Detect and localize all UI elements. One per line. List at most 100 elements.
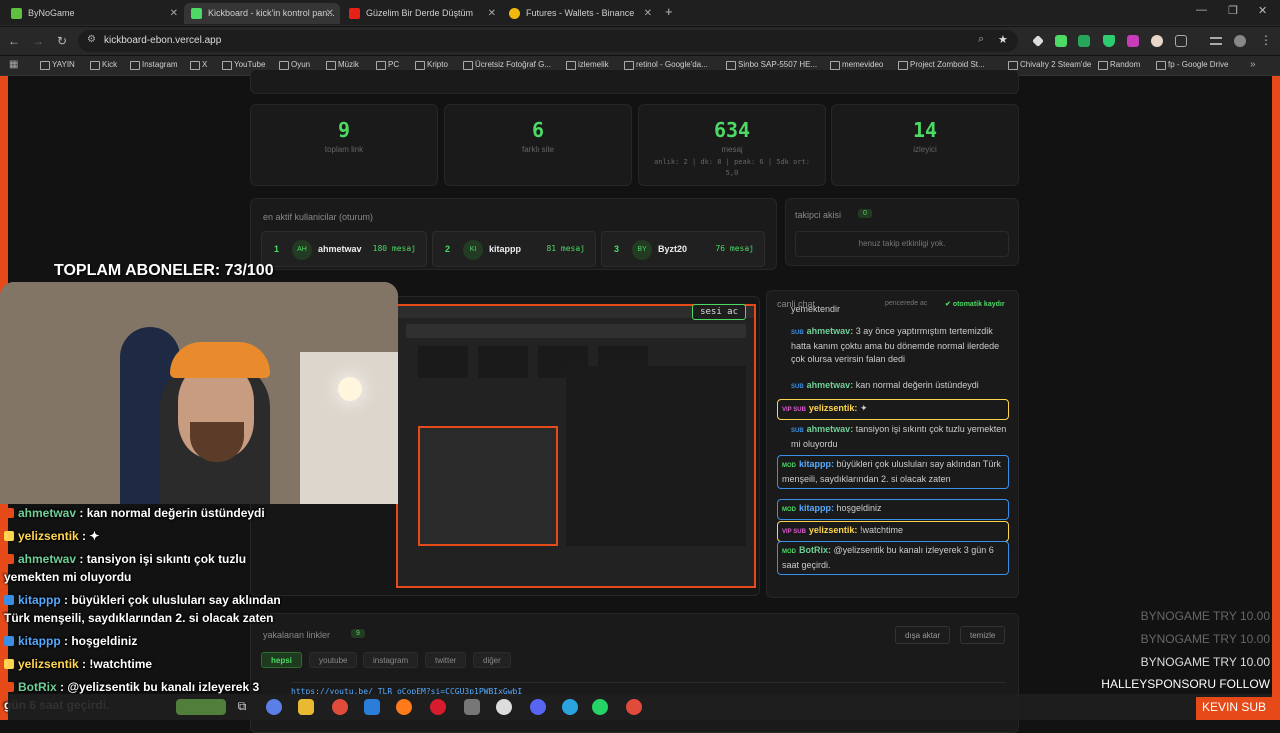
new-tab-icon[interactable]: + — [665, 4, 673, 19]
chat-username[interactable]: ahmetwav: — [807, 326, 856, 336]
close-tab-icon[interactable]: ✕ — [326, 3, 334, 24]
maximize-icon[interactable]: ❐ — [1228, 4, 1238, 17]
bookmark-item[interactable]: Random — [1098, 60, 1140, 70]
export-button[interactable]: dışa aktar — [895, 626, 951, 644]
tab-binance[interactable]: Futures - Wallets - Binance ✕ — [502, 3, 658, 24]
shield-extension-icon[interactable] — [1103, 35, 1115, 47]
tab-label: Kickboard - kick'in kontrol pan... — [208, 8, 335, 18]
chat-badge: SUB — [791, 330, 804, 336]
chat-username[interactable]: yelizsentik: — [809, 403, 860, 413]
stream-preview[interactable]: sesi ac — [396, 304, 756, 588]
overlay-chat-line: yelizsentik : ✦ — [4, 529, 99, 543]
minimize-icon[interactable]: — — [1196, 4, 1207, 16]
bookmark-item[interactable]: Chivalry 2 Steam'de — [1008, 60, 1091, 70]
task-view-icon[interactable]: ⧉ — [234, 699, 250, 715]
site-info-icon[interactable]: ⚙ — [87, 34, 96, 45]
close-tab-icon[interactable]: ✕ — [488, 3, 496, 24]
close-tab-icon[interactable]: ✕ — [644, 3, 652, 24]
chat-username[interactable]: kitappp: — [799, 503, 837, 513]
top-user-chip[interactable]: 2 KI kitappp 81 mesaj — [432, 231, 596, 267]
avatar[interactable] — [1234, 35, 1246, 47]
chrome-icon[interactable] — [332, 699, 348, 715]
extension-icon[interactable] — [1032, 35, 1044, 47]
extension-icon[interactable] — [1078, 35, 1090, 47]
webcam-wall — [300, 352, 398, 504]
bookmark-item[interactable]: memevideo — [830, 60, 883, 70]
bookmark-item[interactable]: PC — [376, 60, 399, 70]
bookmark-item[interactable]: fp - Google Drive — [1156, 60, 1228, 70]
reload-icon[interactable]: ↻ — [54, 33, 70, 49]
bookmark-item[interactable]: Project Zomboid St... — [898, 60, 985, 70]
bookmark-star-icon[interactable]: ★ — [998, 33, 1008, 46]
close-tab-icon[interactable]: ✕ — [170, 3, 178, 24]
avatar: BY — [632, 240, 652, 260]
top-user-chip[interactable]: 1 AH ahmetwav 180 mesaj — [261, 231, 427, 267]
bookmark-item[interactable]: Kick — [90, 60, 117, 70]
chat-username[interactable]: BotRix: — [799, 545, 834, 555]
filter-twitter[interactable]: twitter — [425, 652, 467, 668]
kick-favicon-icon — [191, 8, 202, 19]
chat-text: !watchtime — [859, 525, 903, 535]
opera-icon[interactable] — [430, 699, 446, 715]
username: kitappp — [489, 244, 522, 254]
top-user-chip[interactable]: 3 BY Byzt20 76 mesaj — [601, 231, 765, 267]
copilot-icon[interactable] — [266, 699, 282, 715]
bookmark-item[interactable]: izlemelik — [566, 60, 609, 70]
filter-other[interactable]: diğer — [473, 652, 511, 668]
extension-icon[interactable] — [1055, 35, 1067, 47]
filter-instagram[interactable]: instagram — [363, 652, 419, 668]
app-icon[interactable] — [464, 699, 480, 715]
chat-username[interactable]: kitappp: — [799, 459, 837, 469]
overlay-chat-line: kitappp : büyükleri çok ulusluları say a… — [4, 593, 281, 607]
bookmark-item[interactable]: Ücretsiz Fotoğraf G... — [463, 60, 551, 70]
bookmark-item[interactable]: retinol - Google'da... — [624, 60, 708, 70]
whatsapp-icon[interactable] — [592, 699, 608, 715]
chat-username[interactable]: yelizsentik: — [809, 525, 860, 535]
chat-username[interactable]: ahmetwav: — [807, 380, 856, 390]
address-bar[interactable]: ⚙ kickboard-ebon.vercel.app ⌕ ★ — [78, 30, 1018, 52]
back-icon[interactable]: ← — [6, 33, 22, 49]
discord-icon[interactable] — [530, 699, 546, 715]
bookmark-item[interactable]: Instagram — [130, 60, 178, 70]
zoom-icon[interactable]: ⌕ — [978, 33, 984, 46]
close-window-icon[interactable]: ✕ — [1258, 4, 1267, 17]
tab-kickboard[interactable]: Kickboard - kick'in kontrol pan... ✕ — [184, 3, 340, 24]
overlay-username: yelizsentik — [18, 529, 83, 543]
chat-badge: SUB — [791, 384, 804, 390]
bookmark-item[interactable]: Müzik — [326, 60, 359, 70]
extension-icon[interactable] — [1127, 35, 1139, 47]
puzzle-extensions-icon[interactable] — [1175, 35, 1187, 47]
obs-icon[interactable] — [496, 699, 512, 715]
bookmark-item[interactable]: X — [190, 60, 207, 70]
alert-ticker-line: BYNOGAME TRY 10.00 — [1140, 632, 1270, 646]
tab-bynogame[interactable]: ByNoGame ✕ — [4, 3, 184, 24]
reading-list-icon[interactable] — [1210, 37, 1222, 45]
clear-button[interactable]: temizle — [960, 626, 1006, 644]
extension-icon[interactable] — [1151, 35, 1163, 47]
preview-stat — [418, 346, 468, 378]
rank-number: 3 — [614, 244, 620, 254]
chat-message: VIP SUB yelizsentik: !watchtime — [777, 521, 1009, 542]
bookmark-item[interactable]: Kripto — [415, 60, 448, 70]
filter-all[interactable]: hepsi — [261, 652, 302, 668]
overlay-username: ahmetwav — [18, 552, 80, 566]
telegram-icon[interactable] — [562, 699, 578, 715]
bookmark-item[interactable]: Oyun — [279, 60, 310, 70]
tab-youtube[interactable]: Güzelim Bir Derde Düştüm ✕ — [342, 3, 502, 24]
bookmark-item[interactable]: YouTube — [222, 60, 265, 70]
taskbar-widget-icon[interactable] — [176, 699, 226, 715]
overlay-text: : tansiyon işi sıkıntı çok tuzlu — [79, 552, 247, 566]
chrome-icon[interactable] — [626, 699, 642, 715]
explorer-icon[interactable] — [298, 699, 314, 715]
more-bookmarks-icon[interactable]: » — [1250, 59, 1256, 70]
chat-username[interactable]: ahmetwav: — [807, 424, 856, 434]
apps-grid-icon[interactable]: ▦ — [9, 59, 18, 70]
bookmark-item[interactable]: YAYIN — [40, 60, 75, 70]
menu-icon[interactable]: ⋮ — [1260, 33, 1272, 47]
mail-icon[interactable] — [364, 699, 380, 715]
filter-youtube[interactable]: youtube — [309, 652, 358, 668]
unmute-button[interactable]: sesi ac — [692, 304, 746, 320]
forward-icon[interactable]: → — [30, 33, 46, 49]
bookmark-item[interactable]: Sinbo SAP-5507 HE... — [726, 60, 817, 70]
firefox-icon[interactable] — [396, 699, 412, 715]
